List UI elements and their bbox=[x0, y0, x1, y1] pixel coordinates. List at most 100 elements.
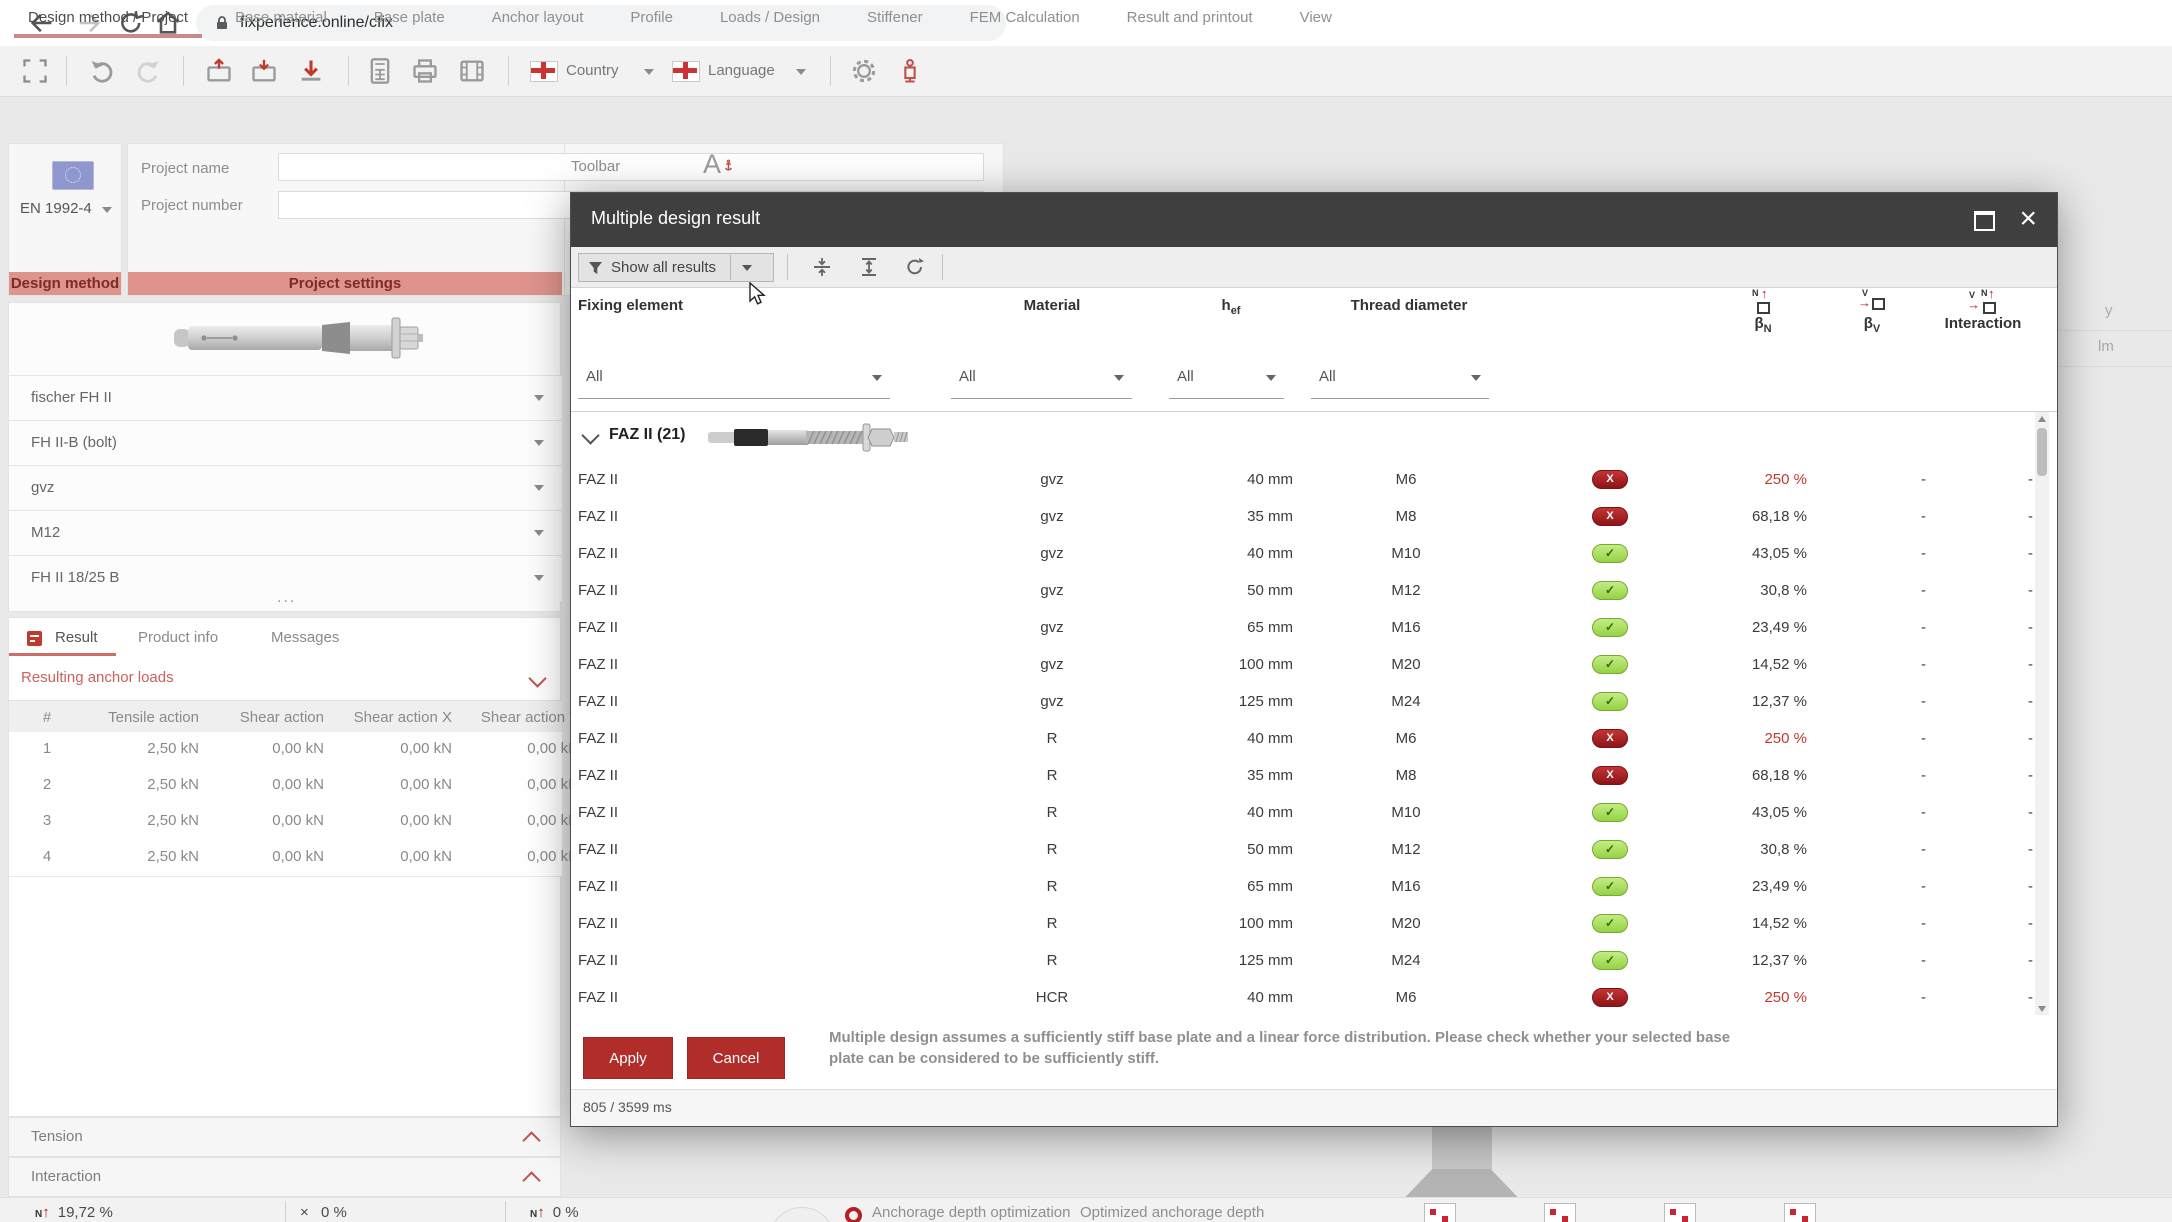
scrollbar[interactable] bbox=[2035, 412, 2049, 1016]
scroll-down-icon[interactable] bbox=[2038, 1006, 2046, 1012]
col-beta-n: βN bbox=[1754, 315, 1772, 335]
cell-material: gvz bbox=[1040, 508, 1064, 525]
result-row[interactable]: FAZ II gvz 40 mm M6 X 250 % - - bbox=[571, 462, 2057, 500]
mini-table-icon[interactable] bbox=[1424, 1203, 1456, 1222]
result-row[interactable]: FAZ II R 125 mm M24 ✓ 12,37 % - - bbox=[571, 943, 2057, 981]
table-cell: 0,00 kN bbox=[272, 740, 324, 757]
cell-hef: 125 mm bbox=[1238, 952, 1293, 969]
text-tool-icon[interactable]: A bbox=[703, 149, 735, 180]
result-row[interactable]: FAZ II HCR 40 mm M6 X 250 % - - bbox=[571, 980, 2057, 1016]
nav-tab-anchor-layout[interactable]: Anchor layout bbox=[492, 0, 584, 38]
refresh-icon[interactable] bbox=[904, 257, 926, 277]
result-row[interactable]: FAZ II R 100 mm M20 ✓ 14,52 % - - bbox=[571, 906, 2057, 944]
product-card: fischer FH II FH II-B (bolt) gvz M12 FH II 1… bbox=[8, 302, 562, 612]
filter-select-1[interactable]: All bbox=[951, 358, 1132, 399]
result-row[interactable]: FAZ II gvz 65 mm M16 ✓ 23,49 % - - bbox=[571, 610, 2057, 648]
cell-interaction: - bbox=[2028, 545, 2033, 562]
nav-tab-design-method-project[interactable]: Design method / Project bbox=[13, 0, 203, 38]
calculator-icon[interactable] bbox=[366, 57, 394, 85]
filter-value: All bbox=[1177, 368, 1194, 385]
section-tension[interactable]: Tension bbox=[8, 1117, 561, 1157]
printer-icon[interactable] bbox=[411, 57, 439, 85]
nav-tab-profile[interactable]: Profile bbox=[630, 0, 673, 38]
mini-table-icon[interactable] bbox=[1544, 1203, 1576, 1222]
redo-icon[interactable] bbox=[134, 57, 162, 85]
column-header: Shear action X bbox=[353, 709, 452, 726]
anchor-user-icon[interactable] bbox=[896, 57, 924, 85]
cell-interaction: - bbox=[2028, 582, 2033, 599]
optimized-depth-label[interactable]: Optimized anchorage depth bbox=[1080, 1204, 1264, 1221]
undo-icon[interactable] bbox=[88, 57, 116, 85]
show-all-results-button[interactable]: Show all results bbox=[578, 253, 774, 282]
cell-fixing-element: FAZ II bbox=[578, 878, 619, 895]
tab-messages[interactable]: Messages bbox=[271, 629, 339, 646]
tab-product-info[interactable]: Product info bbox=[138, 629, 218, 646]
table-cell: 0,00 kN bbox=[400, 776, 452, 793]
product-select-gvz[interactable]: gvz bbox=[9, 465, 562, 511]
apply-button[interactable]: Apply bbox=[583, 1037, 673, 1079]
maximize-icon[interactable] bbox=[1974, 211, 1995, 231]
gear-icon[interactable] bbox=[850, 57, 878, 85]
mini-table-icon[interactable] bbox=[1784, 1203, 1816, 1222]
cell-material: R bbox=[1046, 915, 1058, 932]
cell-material: gvz bbox=[1040, 656, 1064, 673]
cell-thread: M12 bbox=[1391, 582, 1421, 599]
cell-material: HCR bbox=[1035, 989, 1069, 1006]
cell-thread: M20 bbox=[1391, 915, 1421, 932]
close-icon[interactable]: × bbox=[2019, 201, 2037, 237]
result-row[interactable]: FAZ II gvz 100 mm M20 ✓ 14,52 % - - bbox=[571, 647, 2057, 685]
design-code-select[interactable]: EN 1992-4 bbox=[9, 200, 123, 217]
result-row[interactable]: FAZ II R 50 mm M12 ✓ 30,8 % - - bbox=[571, 832, 2057, 870]
product-select-fh-ii-b-bolt[interactable]: FH II-B (bolt) bbox=[9, 420, 562, 466]
result-row[interactable]: FAZ II gvz 125 mm M24 ✓ 12,37 % - - bbox=[571, 684, 2057, 722]
design-method-card: EN 1992-4 Design method bbox=[8, 143, 122, 296]
collapse-rows-icon[interactable] bbox=[811, 257, 833, 277]
save-project-icon[interactable] bbox=[250, 57, 278, 85]
collapse-chevron-icon[interactable] bbox=[528, 669, 547, 688]
nav-tab-base-plate[interactable]: Base plate bbox=[374, 0, 445, 38]
nav-tab-fem-calculation[interactable]: FEM Calculation bbox=[970, 0, 1080, 38]
scrollbar-thumb[interactable] bbox=[2037, 428, 2047, 476]
table-cell: 0,00 kN bbox=[527, 776, 579, 793]
cell-hef: 40 mm bbox=[1247, 545, 1293, 562]
result-row[interactable]: FAZ II R 35 mm M8 X 68,18 % - - bbox=[571, 758, 2057, 796]
product-select-m12[interactable]: M12 bbox=[9, 510, 562, 556]
cell-thread: M20 bbox=[1391, 656, 1421, 673]
group-row-faz-ii[interactable]: FAZ II (21) bbox=[571, 412, 2057, 463]
section-interaction[interactable]: Interaction bbox=[8, 1157, 561, 1197]
table-cell: 4 bbox=[42, 848, 52, 865]
cell-hef: 65 mm bbox=[1247, 878, 1293, 895]
cancel-button[interactable]: Cancel bbox=[687, 1037, 785, 1079]
nav-tab-result-and-printout[interactable]: Result and printout bbox=[1127, 0, 1253, 38]
result-row[interactable]: FAZ II R 40 mm M10 ✓ 43,05 % - - bbox=[571, 795, 2057, 833]
filter-select-0[interactable]: All bbox=[578, 358, 890, 399]
tab-result[interactable]: Result bbox=[55, 629, 98, 646]
project-name-input[interactable] bbox=[278, 153, 984, 181]
nav-tab-stiffener[interactable]: Stiffener bbox=[867, 0, 923, 38]
result-row[interactable]: FAZ II gvz 35 mm M8 X 68,18 % - - bbox=[571, 499, 2057, 537]
result-row[interactable]: FAZ II gvz 40 mm M10 ✓ 43,05 % - - bbox=[571, 536, 2057, 574]
filter-select-2[interactable]: All bbox=[1169, 358, 1284, 399]
cell-material: R bbox=[1046, 730, 1058, 747]
country-label: Country bbox=[566, 62, 619, 79]
fullscreen-icon[interactable] bbox=[21, 57, 49, 85]
scroll-up-icon[interactable] bbox=[2038, 416, 2046, 422]
expand-rows-icon[interactable] bbox=[858, 257, 880, 277]
nav-tab-loads-design[interactable]: Loads / Design bbox=[720, 0, 820, 38]
video-icon[interactable] bbox=[458, 57, 486, 85]
result-row[interactable]: FAZ II R 40 mm M6 X 250 % - - bbox=[571, 721, 2057, 759]
open-project-icon[interactable] bbox=[205, 57, 233, 85]
cell-beta-n: 68,18 % bbox=[1751, 767, 1807, 784]
product-select-fischer-fh-ii[interactable]: fischer FH II bbox=[9, 375, 562, 421]
more-handle[interactable]: ... bbox=[277, 589, 296, 607]
cell-beta-n: 12,37 % bbox=[1751, 952, 1807, 969]
cell-interaction: - bbox=[2028, 471, 2033, 488]
nav-tab-base-material[interactable]: Base material bbox=[235, 0, 327, 38]
nav-tab-view[interactable]: View bbox=[1300, 0, 1332, 38]
download-icon[interactable] bbox=[297, 57, 325, 85]
filter-select-3[interactable]: All bbox=[1311, 358, 1489, 399]
mini-table-icon[interactable] bbox=[1664, 1203, 1696, 1222]
result-row[interactable]: FAZ II R 65 mm M16 ✓ 23,49 % - - bbox=[571, 869, 2057, 907]
anchorage-optimization-label[interactable]: Anchorage depth optimization bbox=[872, 1204, 1070, 1221]
result-row[interactable]: FAZ II gvz 50 mm M12 ✓ 30,8 % - - bbox=[571, 573, 2057, 611]
